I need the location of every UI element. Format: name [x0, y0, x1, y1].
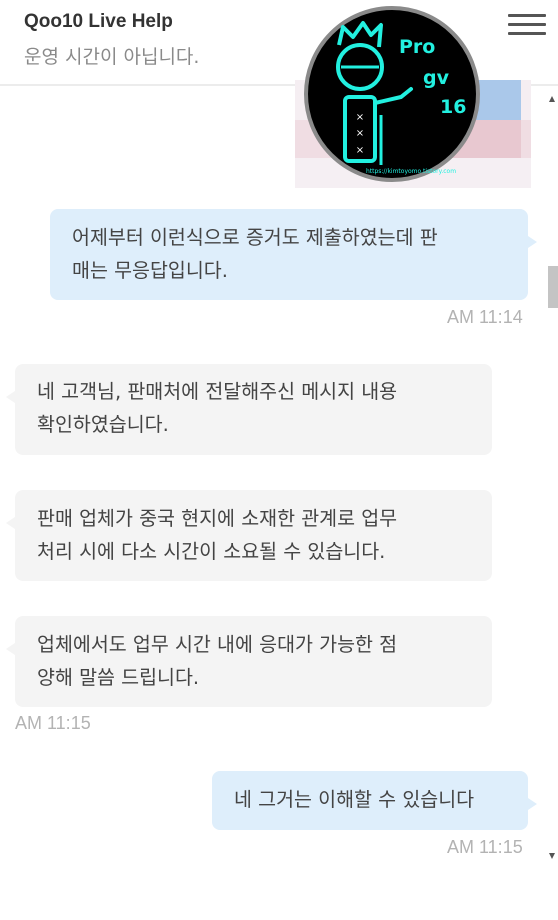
watermark-text-gv: gv [423, 67, 450, 89]
message-bubble-outgoing: 네 그거는 이해할 수 있습니다 [212, 771, 537, 830]
message-bubble-incoming: 네 고객님, 판매처에 전달해주신 메시지 내용 확인하였습니다. [6, 364, 492, 455]
watermark-text-16: 16 [440, 96, 466, 118]
hamburger-icon-bar [508, 32, 546, 35]
status-text: 운영 시간이 아닙니다. [24, 46, 200, 68]
scroll-down-arrow-icon[interactable] [549, 853, 555, 859]
message-text-line: 양해 말씀 드립니다. [37, 666, 200, 689]
message-timestamp: AM 11:15 [447, 837, 523, 857]
watermark-logo: × × × Pro gv 16 https://kimtoyomo.tistor… [304, 6, 480, 182]
message-text-line: 처리 시에 다소 시간이 소요될 수 있습니다. [37, 540, 386, 563]
hamburger-icon-bar [508, 14, 546, 17]
scroll-up-arrow-icon[interactable] [549, 96, 555, 102]
message-text-line: 네 그거는 이해할 수 있습니다 [234, 788, 475, 811]
message-timestamp: AM 11:15 [15, 713, 91, 733]
watermark-text-pro: Pro [399, 36, 435, 58]
message-bubble-incoming: 판매 업체가 중국 현지에 소재한 관계로 업무 처리 시에 다소 시간이 소요… [6, 490, 492, 581]
message-bubble-outgoing: 어제부터 이런식으로 증거도 제출하였는데 판 매는 무응답입니다. [50, 209, 537, 300]
message-text-line: 판매 업체가 중국 현지에 소재한 관계로 업무 [37, 507, 398, 530]
message-text-line: 매는 무응답입니다. [72, 259, 228, 282]
svg-text:×: × [356, 128, 364, 139]
svg-text:×: × [356, 112, 364, 123]
scrollbar-thumb[interactable] [548, 266, 558, 308]
hamburger-icon-bar [508, 23, 546, 26]
message-text-line: 확인하였습니다. [37, 413, 169, 436]
svg-text:×: × [356, 145, 364, 156]
app-title: Qoo10 Live Help [24, 11, 173, 32]
menu-button[interactable] [508, 14, 548, 40]
message-text-line: 네 고객님, 판매처에 전달해주신 메시지 내용 [37, 380, 398, 403]
message-bubble-incoming: 업체에서도 업무 시간 내에 응대가 가능한 점 양해 말씀 드립니다. [6, 616, 492, 707]
message-timestamp: AM 11:14 [447, 307, 523, 327]
chat-scrollbar[interactable] [546, 88, 558, 868]
message-text-line: 어제부터 이런식으로 증거도 제출하였는데 판 [72, 226, 438, 249]
message-text-line: 업체에서도 업무 시간 내에 응대가 가능한 점 [37, 633, 398, 656]
watermark-url: https://kimtoyomo.tistory.com [366, 168, 456, 175]
